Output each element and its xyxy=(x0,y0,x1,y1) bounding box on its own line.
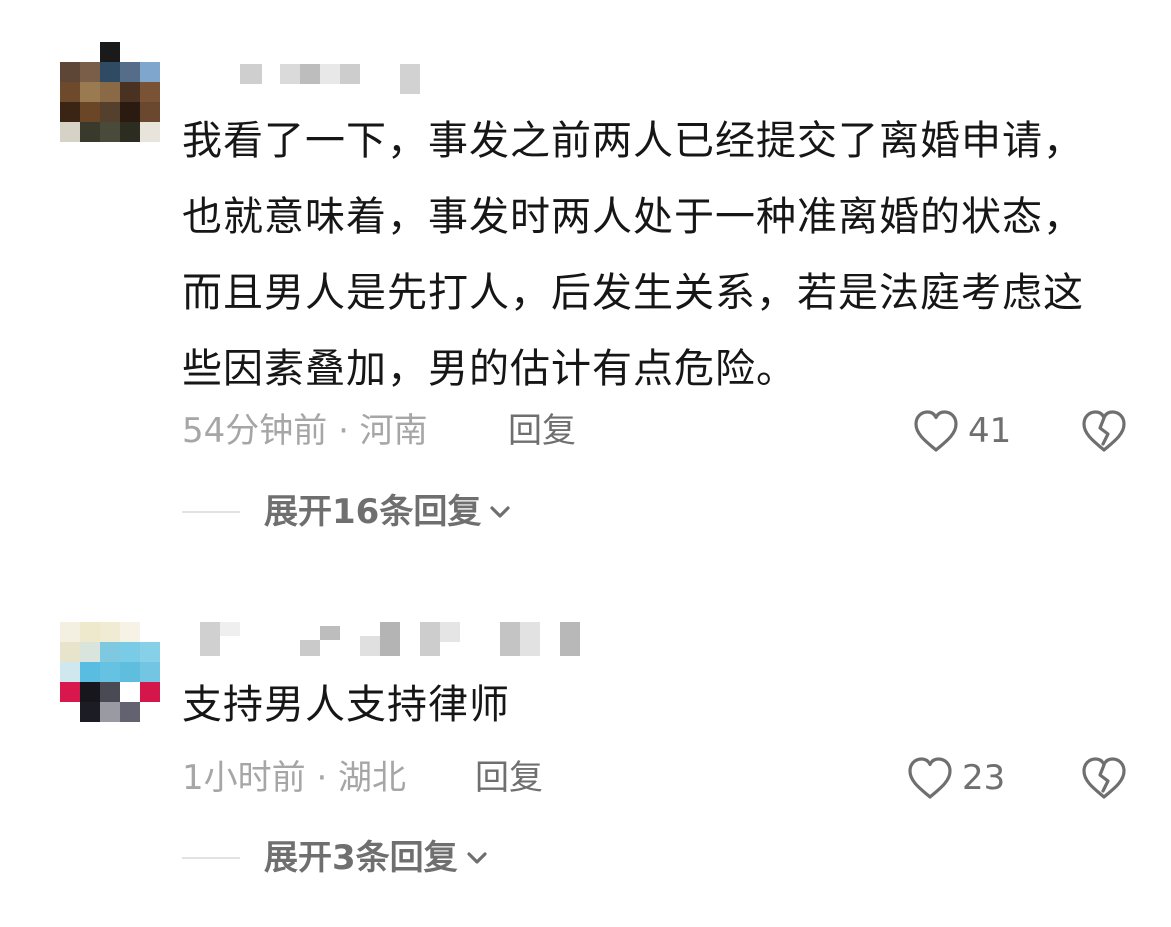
divider-line xyxy=(182,857,240,859)
broken-heart-icon xyxy=(1082,757,1126,799)
expand-replies-label: 展开3条回复 xyxy=(264,838,458,878)
chevron-down-icon xyxy=(467,852,487,864)
like-button[interactable]: 41 xyxy=(912,409,1011,453)
avatar[interactable] xyxy=(60,622,160,722)
chevron-down-icon xyxy=(490,506,510,518)
divider-line xyxy=(182,511,240,513)
username-redacted[interactable] xyxy=(180,622,600,656)
reply-button[interactable]: 回复 xyxy=(475,758,543,798)
comment-item: 我看了一下，事发之前两人已经提交了离婚申请，也就意味着，事发时两人处于一种准离婚… xyxy=(0,0,1171,560)
heart-outline-icon xyxy=(908,757,952,799)
expand-replies-label: 展开16条回复 xyxy=(264,492,482,532)
comment-text: 支持男人支持律师 xyxy=(182,682,510,728)
like-count: 41 xyxy=(968,411,1012,451)
like-count: 23 xyxy=(962,758,1006,798)
comment-meta: 54分钟前 · 河南 xyxy=(182,411,428,451)
dislike-button[interactable] xyxy=(1081,409,1127,453)
reply-button[interactable]: 回复 xyxy=(508,411,576,451)
comment-text: 我看了一下，事发之前两人已经提交了离婚申请，也就意味着，事发时两人处于一种准离婚… xyxy=(182,118,1084,392)
username-redacted[interactable] xyxy=(180,62,440,94)
avatar[interactable] xyxy=(60,42,160,142)
comment-item: 支持男人支持律师 1小时前 · 湖北 回复 23 展开3条回复 xyxy=(0,560,1171,927)
comment-meta: 1小时前 · 湖北 xyxy=(182,758,407,798)
expand-replies-button[interactable]: 展开16条回复 xyxy=(182,490,511,534)
expand-replies-button[interactable]: 展开3条回复 xyxy=(182,836,488,880)
like-button[interactable]: 23 xyxy=(906,756,1005,800)
broken-heart-icon xyxy=(1082,410,1126,452)
dislike-button[interactable] xyxy=(1081,756,1127,800)
heart-outline-icon xyxy=(914,410,958,452)
